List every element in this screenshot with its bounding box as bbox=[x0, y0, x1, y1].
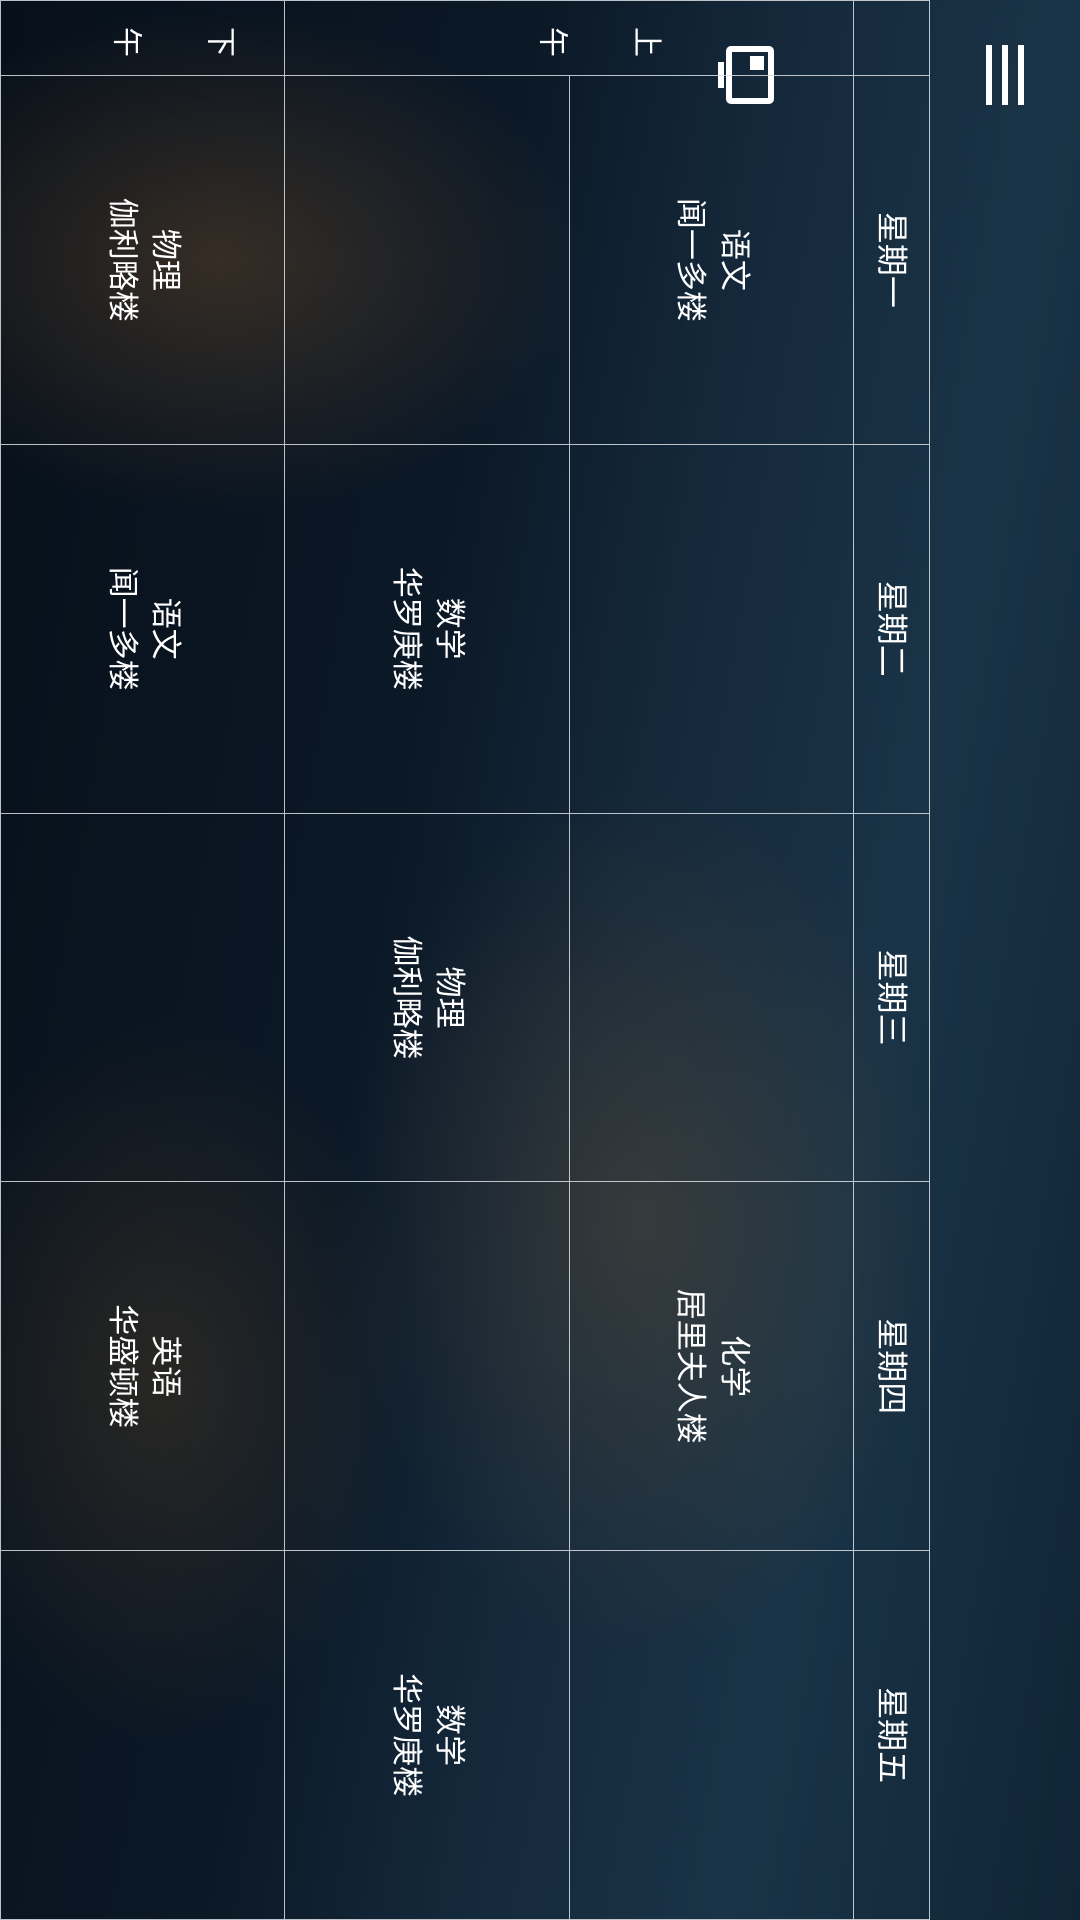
course-room: 居里夫人楼 bbox=[672, 1288, 709, 1444]
course-name: 物理 bbox=[147, 228, 184, 291]
course-room: 华盛顿楼 bbox=[103, 1304, 140, 1429]
course-cell-fri-3[interactable] bbox=[0, 1551, 285, 1920]
course-name: 数学 bbox=[431, 597, 468, 660]
course-room: 闻一多楼 bbox=[672, 197, 709, 322]
day-header-mon: 星期一 bbox=[853, 76, 929, 445]
course-cell-mon-1[interactable]: 语文 闻一多楼 bbox=[568, 76, 853, 445]
course-room: 华罗庚楼 bbox=[388, 566, 425, 691]
day-header-wed: 星期三 bbox=[853, 813, 929, 1183]
period-label-morning: 上午 bbox=[284, 1, 853, 76]
top-toolbar bbox=[726, 0, 1080, 1920]
course-name: 物理 bbox=[431, 966, 468, 1029]
course-cell-tue-2[interactable]: 数学 华罗庚楼 bbox=[284, 444, 569, 814]
menu-icon bbox=[986, 45, 1024, 105]
grid-corner bbox=[853, 1, 929, 76]
course-cell-thu-2[interactable] bbox=[284, 1182, 569, 1552]
course-name: 化学 bbox=[715, 1335, 752, 1398]
menu-button[interactable] bbox=[965, 35, 1045, 115]
course-cell-mon-2[interactable] bbox=[284, 76, 569, 445]
course-cell-fri-1[interactable] bbox=[568, 1551, 853, 1920]
course-room: 闻一多楼 bbox=[103, 566, 140, 691]
day-header-tue: 星期二 bbox=[853, 444, 929, 814]
period-afternoon-text: 下午 bbox=[48, 21, 237, 56]
course-name: 数学 bbox=[431, 1704, 468, 1767]
course-cell-wed-3[interactable] bbox=[0, 813, 285, 1183]
course-cell-wed-1[interactable] bbox=[568, 813, 853, 1183]
course-cell-wed-2[interactable]: 物理 伽利略楼 bbox=[284, 813, 569, 1183]
course-cell-mon-3[interactable]: 物理 伽利略楼 bbox=[0, 76, 285, 445]
day-header-thu: 星期四 bbox=[853, 1182, 929, 1552]
course-room: 伽利略楼 bbox=[388, 935, 425, 1060]
day-header-fri: 星期五 bbox=[853, 1551, 929, 1920]
course-name: 语文 bbox=[147, 597, 184, 660]
course-cell-tue-3[interactable]: 语文 闻一多楼 bbox=[0, 444, 285, 814]
course-cell-tue-1[interactable] bbox=[568, 444, 853, 814]
period-morning-text: 上午 bbox=[475, 21, 664, 56]
course-room: 华罗庚楼 bbox=[388, 1673, 425, 1798]
course-name: 语文 bbox=[715, 228, 752, 291]
timetable-screen: 星期一 星期二 星期三 星期四 星期五 上午 语文 闻一多楼 化学 居里夫人楼 bbox=[0, 0, 1080, 1920]
course-cell-fri-2[interactable]: 数学 华罗庚楼 bbox=[284, 1551, 569, 1920]
course-room: 伽利略楼 bbox=[103, 197, 140, 322]
course-cell-thu-3[interactable]: 英语 华盛顿楼 bbox=[0, 1182, 285, 1552]
period-label-afternoon: 下午 bbox=[0, 1, 285, 76]
course-name: 英语 bbox=[147, 1335, 184, 1398]
course-cell-thu-1[interactable]: 化学 居里夫人楼 bbox=[568, 1182, 853, 1552]
schedule-grid: 星期一 星期二 星期三 星期四 星期五 上午 语文 闻一多楼 化学 居里夫人楼 bbox=[0, 0, 930, 1920]
